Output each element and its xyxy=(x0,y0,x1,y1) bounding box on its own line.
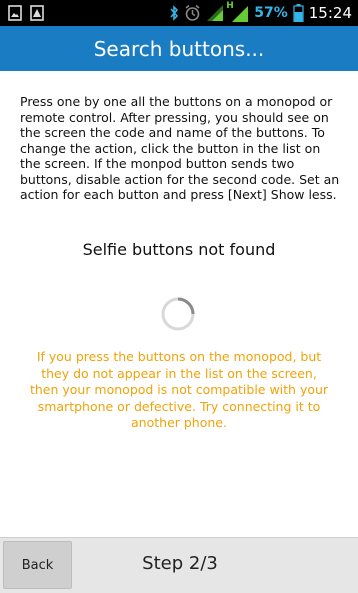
title-bar: Search buttons... xyxy=(0,26,358,71)
instructions-text: Press one by one all the buttons on a mo… xyxy=(20,94,340,202)
back-button[interactable]: Back xyxy=(3,541,72,589)
signal-icon xyxy=(232,6,249,22)
photo-icon xyxy=(8,5,22,21)
battery-icon xyxy=(293,4,304,22)
notification-icons xyxy=(8,5,44,21)
alert-icon xyxy=(30,5,44,21)
compatibility-warning: If you press the buttons on the monopod,… xyxy=(29,349,329,430)
status-bar: H 57% 15:24 xyxy=(0,0,358,26)
clock: 15:24 xyxy=(308,4,352,22)
search-status-title: Selfie buttons not found xyxy=(82,240,276,259)
page-title: Search buttons... xyxy=(93,36,265,61)
bluetooth-icon xyxy=(170,5,179,21)
alarm-icon xyxy=(185,4,200,21)
signal-indicator: H xyxy=(226,1,249,23)
bottom-navigation: Back Step 2/3 xyxy=(0,537,358,593)
wifi-icon xyxy=(207,5,224,21)
battery-percent: 57% xyxy=(254,5,288,21)
step-indicator: Step 2/3 xyxy=(142,553,218,574)
loading-spinner-icon xyxy=(161,297,195,331)
system-icons: H 57% 15:24 xyxy=(169,1,352,23)
